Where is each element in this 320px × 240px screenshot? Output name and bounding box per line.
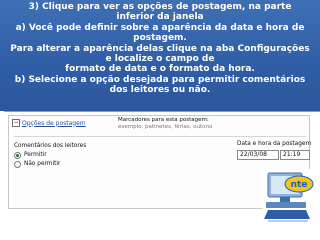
instruction-line-6: e localize o campo de	[105, 54, 215, 65]
allow-comments-radio[interactable]	[14, 152, 21, 159]
labels-example: exemplo, patinetes, férias, outono	[118, 123, 213, 130]
deny-comments-option[interactable]: Não permitir	[14, 160, 86, 169]
deny-comments-label: Não permitir	[24, 161, 61, 167]
nte-logo: nte	[262, 169, 314, 229]
instruction-line-3: a) Você pode definir sobre a aparência d…	[15, 22, 305, 33]
deny-comments-radio[interactable]	[14, 161, 21, 168]
instruction-line-8: b) Selecione a opção desejada para permi…	[14, 74, 306, 85]
post-date-field[interactable]: 22/03/08	[237, 150, 279, 160]
instruction-line-9: dos leitores ou não.	[109, 85, 211, 96]
post-time-field[interactable]: 21:19	[280, 150, 310, 160]
instruction-banner: 3) Clique para ver as opções de postagem…	[0, 0, 320, 111]
reader-comments-title: Comentários dos leitores	[14, 143, 87, 149]
panel-divider	[14, 136, 306, 137]
instruction-line-2: inferior da janela	[116, 12, 204, 23]
allow-comments-label: Permitir	[24, 152, 47, 158]
instruction-line-7: formato de data e o formato da hora.	[65, 64, 255, 75]
reader-comments-group: Comentários dos leitores Permitir Não pe…	[14, 142, 86, 169]
post-options-link[interactable]: Opções de postagem	[22, 120, 86, 127]
post-options-toggle[interactable]: − Opções de postagem	[12, 119, 86, 127]
post-options-screenshot: − Opções de postagem Marcadores para est…	[0, 111, 320, 240]
separator-line	[4, 111, 320, 112]
instruction-line-5: Para alterar a aparência delas clique na…	[10, 43, 310, 54]
post-datetime-label: Data e hora da postagem	[237, 141, 312, 147]
allow-comments-option[interactable]: Permitir	[14, 151, 86, 160]
instruction-line-1: 3) Clique para ver as opções de postagem…	[28, 2, 292, 12]
labels-box: Marcadores para esta postagem: exemplo, …	[118, 117, 308, 130]
collapse-icon: −	[12, 119, 20, 127]
svg-text:nte: nte	[291, 180, 308, 190]
instruction-line-4: postagem.	[133, 33, 187, 44]
